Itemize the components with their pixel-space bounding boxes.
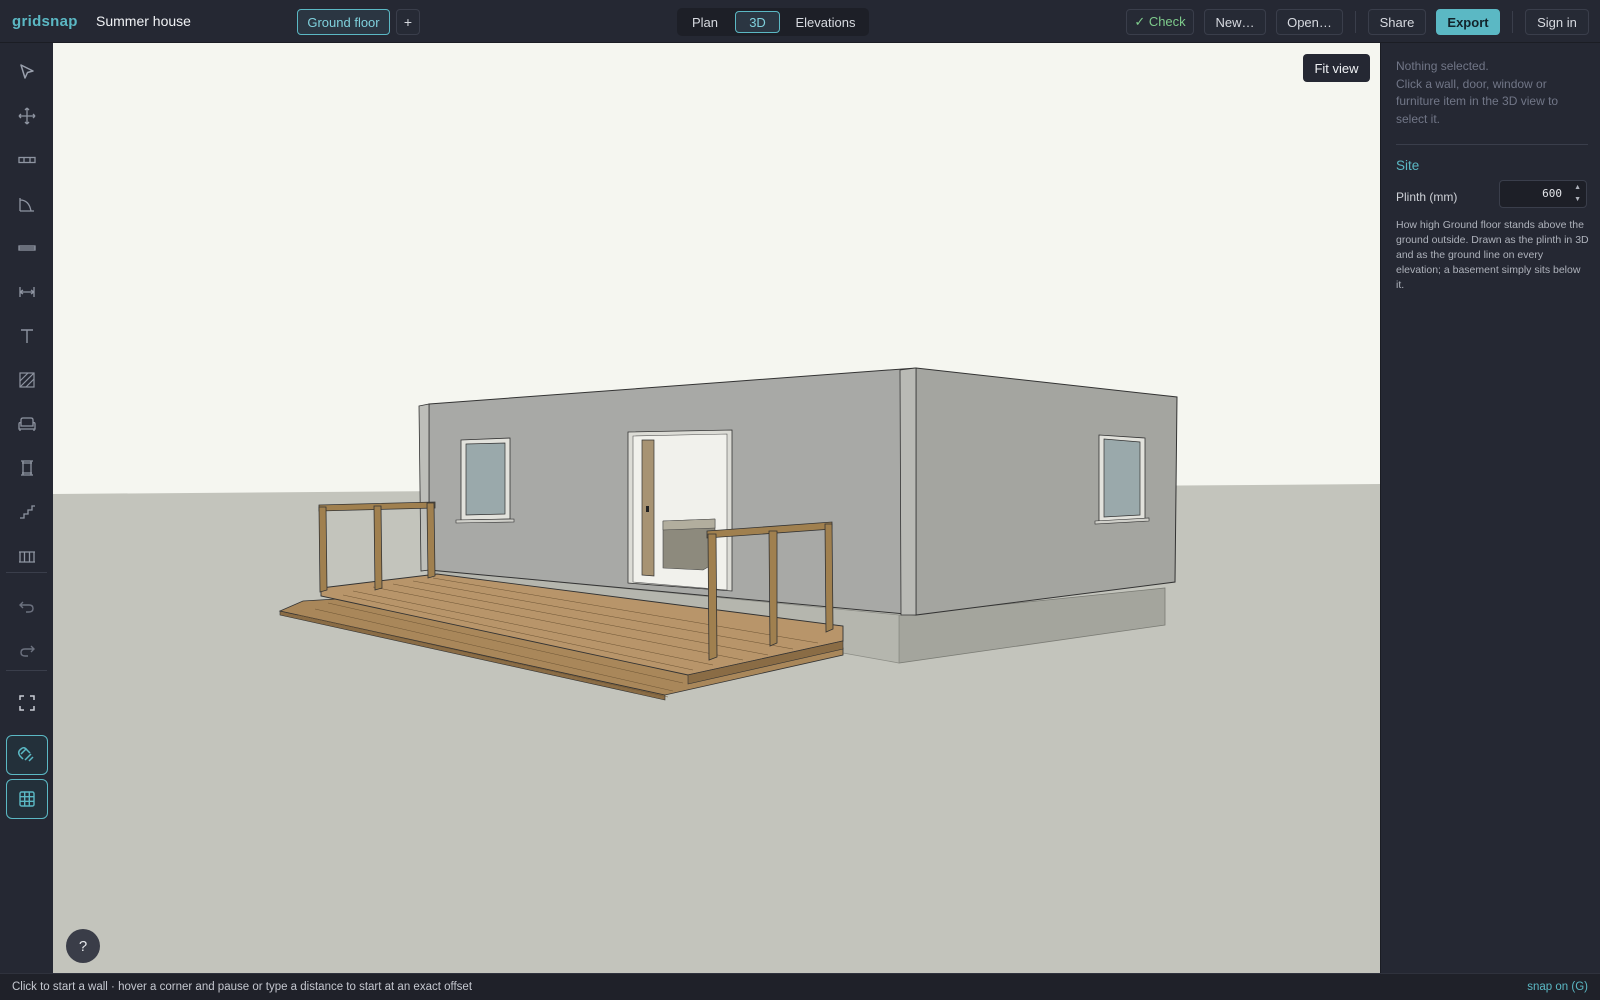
wall-icon [18,156,36,164]
stairs-icon [20,505,35,519]
front-window-glass [465,442,506,516]
tool-sidebar [0,43,53,973]
toolbar-divider [6,572,47,573]
properties-panel: Nothing selected. Click a wall, door, wi… [1380,43,1600,973]
furniture-tool[interactable] [6,404,48,444]
cursor-icon [20,64,34,79]
new-button[interactable]: New… [1204,9,1266,35]
selection-status: Nothing selected. [1396,59,1489,73]
add-floor-button[interactable]: + [396,9,420,35]
stairs-tool[interactable] [6,492,48,532]
railing-tool[interactable] [6,536,48,576]
sofa-icon [18,417,36,431]
dimension-tool[interactable] [6,272,48,312]
front-window-sill [455,518,515,524]
opening-tool[interactable] [6,228,48,268]
door-handle [646,506,649,512]
room-icon [19,198,34,212]
wall-tool[interactable] [6,140,48,180]
spin-down-icon[interactable]: ▼ [1574,196,1581,203]
undo-button[interactable] [6,586,48,626]
interior-furniture-top [662,518,716,531]
hatch-icon [19,372,35,388]
header-divider [1355,11,1356,33]
floor-selector-button[interactable]: Ground floor [297,9,390,35]
tab-elevations[interactable]: Elevations [788,11,863,33]
magnet-icon [17,746,34,762]
share-button[interactable]: Share [1368,9,1426,35]
text-tool[interactable] [6,316,48,356]
plinth-input[interactable]: 600 ▲ ▼ [1499,180,1587,208]
sign-in-button[interactable]: Sign in [1525,9,1589,35]
room-tool[interactable] [6,184,48,224]
snap-status[interactable]: snap on (G) [1527,981,1588,993]
tab-3d[interactable]: 3D [735,11,780,33]
plinth-value[interactable]: 600 [1542,187,1562,200]
redo-icon [20,645,35,657]
text-icon [21,329,33,343]
opening-icon [18,245,36,251]
move-icon [18,107,36,125]
3d-viewport[interactable]: Fit view ? [53,43,1380,973]
status-bar: Click to start a wall · hover a corner a… [0,973,1600,1000]
column-icon [21,460,33,476]
fit-view-button[interactable]: Fit view [1303,54,1370,82]
selection-hint: Click a wall, door, window or furniture … [1396,76,1559,126]
select-tool[interactable] [6,52,48,92]
project-name[interactable]: Summer house [96,13,191,29]
export-button[interactable]: Export [1436,9,1500,35]
redo-button[interactable] [6,630,48,670]
move-tool[interactable] [6,96,48,136]
selection-info: Nothing selected. Click a wall, door, wi… [1396,58,1591,128]
header-divider [1512,11,1513,33]
status-hint: Click to start a wall · hover a corner a… [12,981,473,993]
app-logo[interactable]: gridsnap [12,13,78,30]
fullscreen-icon [19,695,35,711]
grid-icon [19,791,35,807]
wall-corner [899,367,917,616]
tab-plan[interactable]: Plan [683,11,727,33]
check-button[interactable]: ✓ Check [1126,9,1194,35]
view-tabs: Plan 3D Elevations [677,8,869,36]
column-tool[interactable] [6,448,48,488]
3d-scene[interactable] [53,43,1380,973]
toolbar-divider [6,670,47,671]
fullscreen-button[interactable] [6,683,48,723]
plinth-label: Plinth (mm) [1396,190,1458,204]
top-bar: gridsnap Summer house Ground floor + Pla… [0,0,1600,43]
snap-toggle[interactable] [6,735,48,775]
open-button[interactable]: Open… [1276,9,1343,35]
help-button[interactable]: ? [66,929,100,963]
dimension-icon [19,287,35,297]
side-window-glass [1103,438,1141,518]
railing-icon [19,551,35,563]
hatch-tool[interactable] [6,360,48,400]
grid-toggle[interactable] [6,779,48,819]
site-heading: Site [1396,158,1420,173]
spin-up-icon[interactable]: ▲ [1574,184,1581,191]
undo-icon [19,601,34,613]
plinth-help-text: How high Ground floor stands above the g… [1396,219,1589,291]
panel-divider [1396,144,1588,145]
